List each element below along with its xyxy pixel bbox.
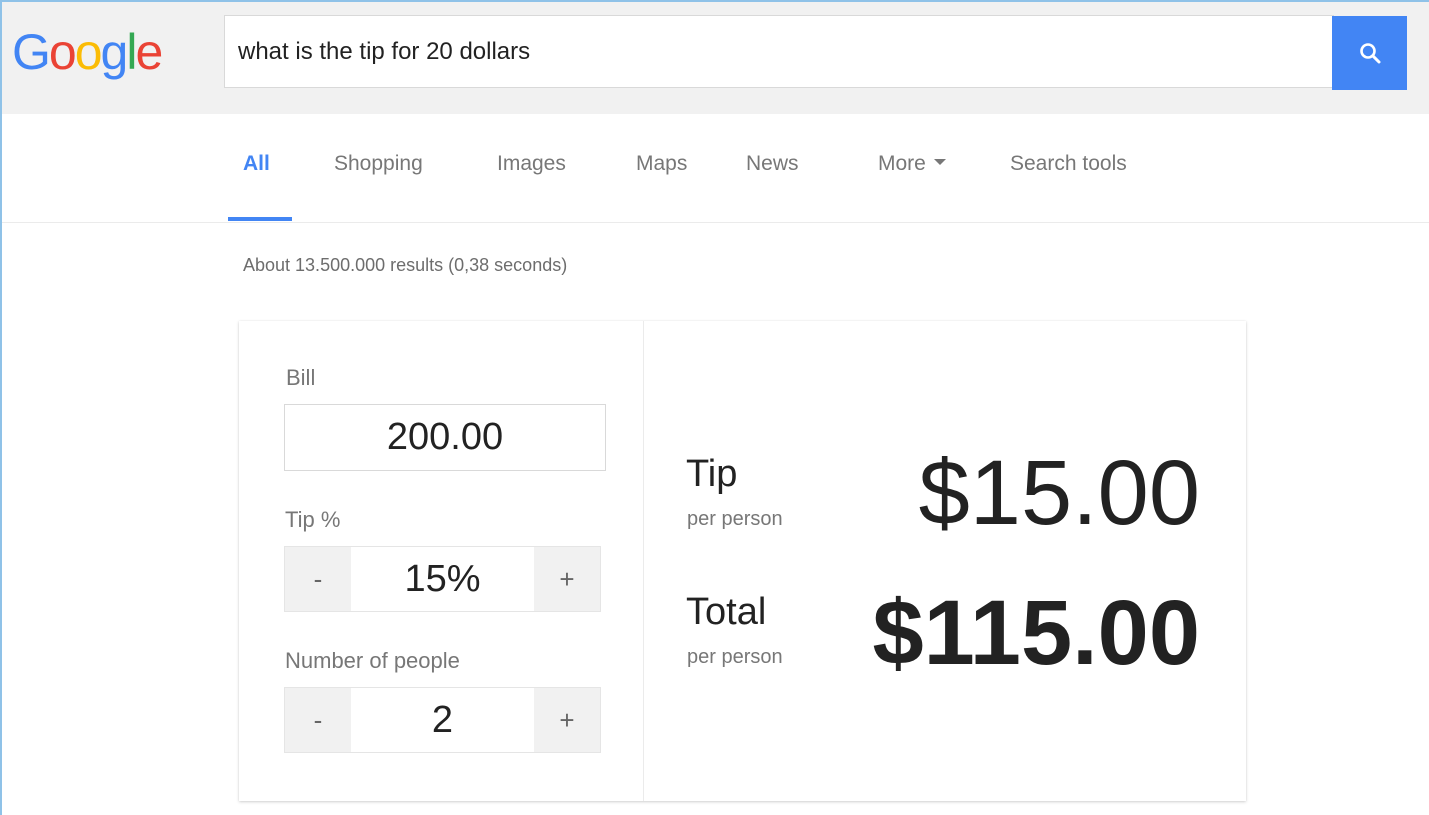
search-box <box>224 15 1334 88</box>
search-icon <box>1359 43 1380 64</box>
people-increase-button[interactable]: + <box>534 688 600 752</box>
tip-percent-stepper: - 15% + <box>284 546 601 612</box>
logo-letter: l <box>126 24 137 80</box>
card-divider <box>643 321 644 801</box>
tip-percent-label: Tip % <box>285 507 341 532</box>
tab-news[interactable]: News <box>746 152 799 176</box>
people-label: Number of people <box>285 648 460 673</box>
caret-down-icon <box>933 159 946 166</box>
tab-all[interactable]: All <box>243 152 270 176</box>
tab-search-tools[interactable]: Search tools <box>1010 152 1127 176</box>
tip-percent-value[interactable]: 15% <box>351 547 534 611</box>
logo-letter: e <box>135 24 163 80</box>
search-input[interactable] <box>225 16 1333 87</box>
logo-letter: o <box>48 24 77 80</box>
tab-maps[interactable]: Maps <box>636 152 687 176</box>
total-result-label: Total <box>686 591 767 633</box>
tip-per-person-amount: $15.00 <box>918 442 1200 544</box>
tip-decrease-button[interactable]: - <box>285 547 351 611</box>
bill-input[interactable]: 200.00 <box>284 404 606 471</box>
results-count: About 13.500.000 results (0,38 seconds) <box>243 255 568 275</box>
tip-calculator-card: Bill 200.00 Tip % - 15% + Number of peop… <box>239 321 1246 801</box>
tip-increase-button[interactable]: + <box>534 547 600 611</box>
tip-result-sub: per person <box>687 508 783 530</box>
logo-letter: o <box>74 24 103 80</box>
people-stepper: - 2 + <box>284 687 601 753</box>
total-result-sub: per person <box>687 646 783 668</box>
logo-letter: g <box>100 24 129 80</box>
active-tab-indicator <box>228 217 292 221</box>
people-value[interactable]: 2 <box>351 688 534 752</box>
tab-shopping[interactable]: Shopping <box>334 152 423 176</box>
search-tabs: All Shopping Images Maps News More Searc… <box>2 114 1429 223</box>
logo-letter: G <box>12 24 51 80</box>
people-decrease-button[interactable]: - <box>285 688 351 752</box>
total-per-person-amount: $115.00 <box>872 582 1200 684</box>
tab-images[interactable]: Images <box>497 152 566 176</box>
tab-more[interactable]: More <box>878 152 946 176</box>
search-button[interactable] <box>1332 16 1407 90</box>
bill-label: Bill <box>286 365 316 390</box>
tip-result-label: Tip <box>686 453 738 495</box>
tab-more-label: More <box>878 152 926 175</box>
google-logo[interactable]: Google <box>12 22 163 82</box>
